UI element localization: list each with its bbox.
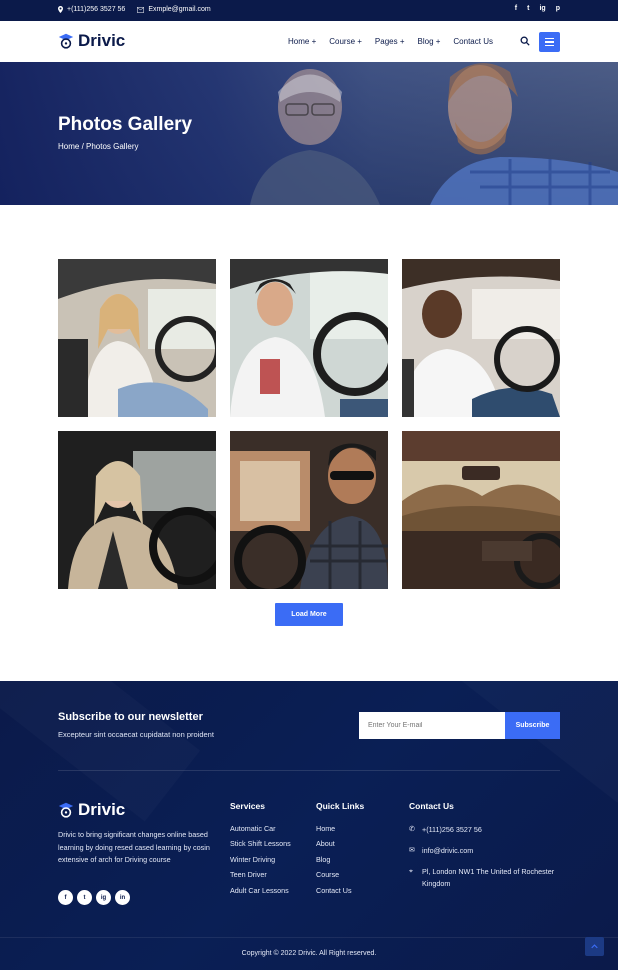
quick-link[interactable]: Home bbox=[316, 824, 364, 839]
instagram-icon[interactable]: ig bbox=[539, 5, 545, 12]
contact-email-text: info@drivic.com bbox=[422, 846, 474, 855]
footer-logo[interactable]: Drivic bbox=[58, 800, 125, 820]
pinterest-icon[interactable]: p bbox=[556, 5, 560, 12]
twitter-icon[interactable]: t bbox=[77, 890, 92, 905]
contact-address-text: Pl, London NW1 The United of Rochester K… bbox=[422, 867, 555, 888]
main-nav: Home + Course + Pages + Blog + Contact U… bbox=[288, 37, 493, 46]
contact-address: ⌖ Pl, London NW1 The United of Rochester… bbox=[409, 866, 559, 890]
mail-icon: ✉ bbox=[409, 847, 415, 854]
chevron-up-icon bbox=[591, 944, 598, 949]
gallery-photo bbox=[58, 431, 216, 589]
facebook-icon[interactable]: f bbox=[515, 5, 517, 12]
footer-social: f t ig in bbox=[58, 890, 130, 905]
facebook-icon[interactable]: f bbox=[58, 890, 73, 905]
gallery-item[interactable] bbox=[230, 259, 388, 417]
logo-text: Drivic bbox=[78, 31, 126, 50]
newsletter-email-input[interactable] bbox=[359, 712, 505, 739]
services-link[interactable]: Adult Car Lessons bbox=[230, 886, 291, 901]
footer-contact: Contact Us ✆ +(111)256 3527 56 ✉ info@dr… bbox=[409, 801, 559, 899]
menu-icon[interactable] bbox=[539, 32, 560, 52]
nav-course[interactable]: Course + bbox=[329, 37, 362, 46]
footer-logo-text: Drivic bbox=[78, 800, 126, 819]
services-link[interactable]: Stick Shift Lessons bbox=[230, 839, 291, 854]
top-social: f t ig p bbox=[515, 5, 560, 12]
hero-instructor-image bbox=[250, 69, 380, 205]
nav-home[interactable]: Home + bbox=[288, 37, 316, 46]
gallery-item[interactable] bbox=[230, 431, 388, 589]
gallery-item[interactable] bbox=[58, 259, 216, 417]
gallery-photo bbox=[230, 259, 388, 417]
load-more-button[interactable]: Load More bbox=[275, 603, 343, 626]
top-phone-text: +(111)256 3527 56 bbox=[67, 6, 126, 13]
gallery-item[interactable] bbox=[58, 431, 216, 589]
mail-icon bbox=[137, 6, 145, 13]
phone-icon: ✆ bbox=[409, 826, 415, 833]
linkedin-icon[interactable]: in bbox=[115, 890, 130, 905]
graduation-cap-icon bbox=[58, 33, 74, 49]
site-footer: Subscribe to our newsletter Excepteur si… bbox=[0, 681, 618, 970]
twitter-icon[interactable]: t bbox=[527, 5, 529, 12]
contact-title: Contact Us bbox=[409, 801, 454, 811]
quick-link[interactable]: Course bbox=[316, 870, 364, 885]
top-contact: +(111)256 3527 56 Exmple@gmail.com bbox=[58, 6, 211, 13]
logo[interactable]: Drivic bbox=[58, 31, 125, 51]
gallery-photo bbox=[402, 431, 560, 589]
nav-contact[interactable]: Contact Us bbox=[453, 37, 493, 46]
subscribe-button[interactable]: Subscribe bbox=[505, 712, 560, 739]
footer-divider bbox=[58, 770, 560, 771]
quick-link[interactable]: About bbox=[316, 839, 364, 854]
top-bar: +(111)256 3527 56 Exmple@gmail.com f t i… bbox=[0, 0, 618, 21]
hero-student-image bbox=[430, 63, 618, 205]
copyright: Copyright © 2022 Drivic. All Right reser… bbox=[241, 950, 377, 957]
gallery-item[interactable] bbox=[402, 259, 560, 417]
nav-blog[interactable]: Blog + bbox=[418, 37, 441, 46]
services-link[interactable]: Winter Driving bbox=[230, 855, 291, 870]
decorative-stripe bbox=[381, 681, 618, 803]
gallery-photo bbox=[58, 259, 216, 417]
footer-about: Drivic to bring significant changes onli… bbox=[58, 830, 210, 865]
gallery-photo bbox=[230, 431, 388, 589]
top-phone[interactable]: +(111)256 3527 56 bbox=[58, 6, 125, 13]
location-pin-icon bbox=[58, 6, 63, 13]
location-pin-icon: ⌖ bbox=[409, 868, 413, 875]
gallery-photo bbox=[402, 259, 560, 417]
instagram-icon[interactable]: ig bbox=[96, 890, 111, 905]
newsletter-title: Subscribe to our newsletter bbox=[58, 711, 203, 723]
top-email[interactable]: Exmple@gmail.com bbox=[137, 6, 211, 13]
services-link[interactable]: Automatic Car bbox=[230, 824, 291, 839]
breadcrumb: Home / Photos Gallery bbox=[58, 142, 139, 151]
graduation-cap-icon bbox=[58, 802, 74, 818]
services-title: Services bbox=[230, 801, 265, 811]
footer-quick-links: Quick Links Home About Blog Course Conta… bbox=[316, 801, 364, 901]
footer-services: Services Automatic Car Stick Shift Lesso… bbox=[230, 801, 291, 901]
gallery-item[interactable] bbox=[402, 431, 560, 589]
search-icon[interactable] bbox=[520, 36, 530, 46]
nav-pages[interactable]: Pages + bbox=[375, 37, 405, 46]
newsletter-subtitle: Excepteur sint occaecat cupidatat non pr… bbox=[58, 730, 214, 739]
back-to-top-button[interactable] bbox=[585, 937, 604, 956]
services-link[interactable]: Teen Driver bbox=[230, 870, 291, 885]
page-hero: Photos Gallery Home / Photos Gallery bbox=[0, 62, 618, 205]
top-email-text: Exmple@gmail.com bbox=[148, 6, 211, 13]
contact-phone-text: +(111)256 3527 56 bbox=[422, 825, 482, 834]
copyright-divider bbox=[0, 937, 618, 938]
quick-link[interactable]: Contact Us bbox=[316, 886, 364, 901]
quick-link[interactable]: Blog bbox=[316, 855, 364, 870]
page-title: Photos Gallery bbox=[58, 114, 193, 135]
contact-phone[interactable]: ✆ +(111)256 3527 56 bbox=[409, 824, 559, 836]
contact-email[interactable]: ✉ info@drivic.com bbox=[409, 845, 559, 857]
quick-links-title: Quick Links bbox=[316, 801, 365, 811]
main-header: Drivic Home + Course + Pages + Blog + Co… bbox=[0, 21, 618, 62]
